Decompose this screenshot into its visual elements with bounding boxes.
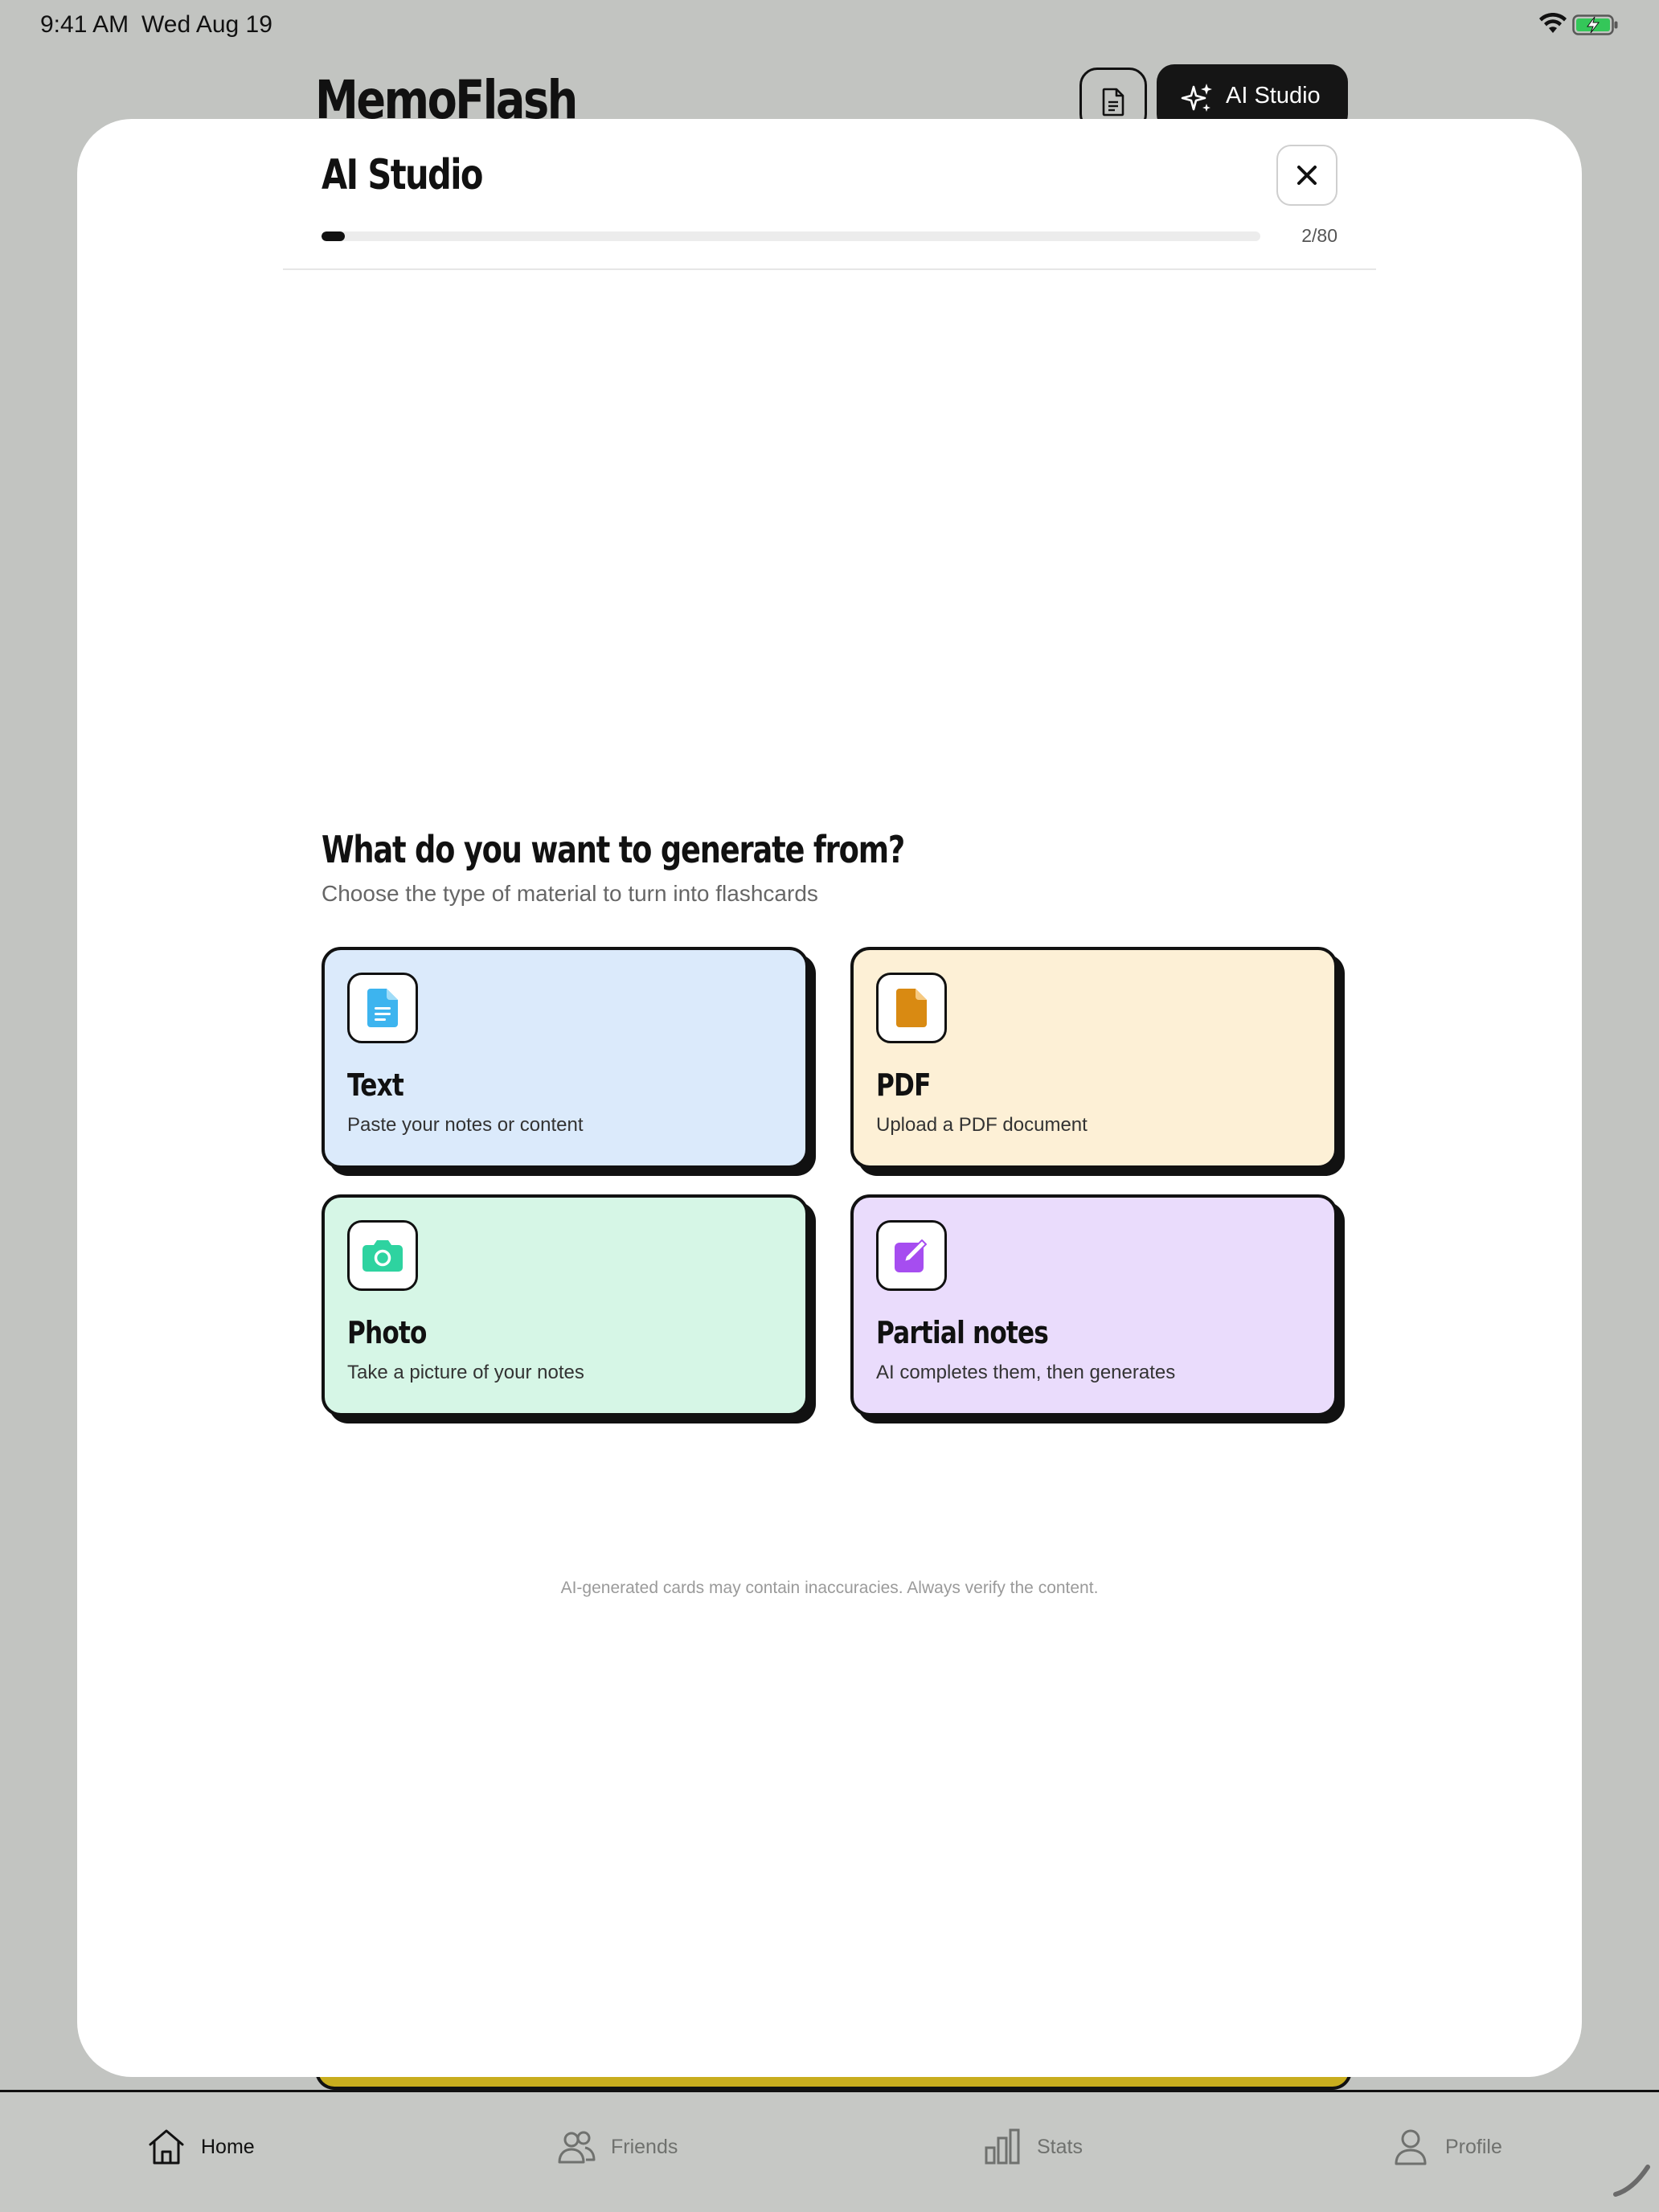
- progress-count: 2/80: [1301, 225, 1337, 246]
- tab-stats[interactable]: Stats: [982, 2124, 1083, 2169]
- option-icon-box: [876, 973, 947, 1043]
- tab-stats-label: Stats: [1037, 2135, 1083, 2158]
- status-bar: 9:41 AM Wed Aug 19: [0, 0, 1659, 51]
- option-title: Photo: [347, 1315, 427, 1350]
- tab-profile-label: Profile: [1445, 2135, 1502, 2158]
- tab-home-label: Home: [201, 2135, 255, 2158]
- ai-disclaimer: AI-generated cards may contain inaccurac…: [560, 1579, 1099, 1597]
- modal-title: AI Studio: [322, 151, 483, 199]
- option-description: Take a picture of your notes: [347, 1362, 584, 1383]
- question-heading: What do you want to generate from?: [322, 828, 905, 871]
- stats-icon: [985, 2128, 1020, 2165]
- question-subtitle: Choose the type of material to turn into…: [322, 881, 818, 906]
- option-title: PDF: [876, 1067, 931, 1103]
- sparkles-icon: [1181, 84, 1212, 112]
- option-photo-card[interactable]: Photo Take a picture of your notes: [322, 1194, 809, 1416]
- close-button[interactable]: [1276, 145, 1337, 206]
- modal-content: AI Studio 2/80 What do you want to gener…: [283, 119, 1415, 2077]
- option-description: AI completes them, then generates: [876, 1362, 1176, 1383]
- camera-icon: [363, 1240, 403, 1272]
- app-header: MemoFlash AI Studio: [0, 51, 1659, 132]
- option-icon-box: [347, 973, 418, 1043]
- option-icon-box: [347, 1220, 418, 1291]
- option-icon-box: [876, 1220, 947, 1291]
- edit-note-icon: [895, 1237, 929, 1272]
- header-divider: [283, 268, 1376, 270]
- ai-studio-button-label: AI Studio: [1226, 83, 1321, 109]
- option-pdf-card[interactable]: PDF Upload a PDF document: [850, 947, 1337, 1169]
- option-description: Upload a PDF document: [876, 1114, 1088, 1136]
- profile-icon: [1395, 2129, 1427, 2165]
- status-time: 9:41 AM: [40, 11, 129, 38]
- option-description: Paste your notes or content: [347, 1114, 584, 1136]
- ai-studio-modal: AI Studio 2/80 What do you want to gener…: [77, 119, 1582, 2077]
- tab-friends-label: Friends: [611, 2135, 678, 2158]
- option-title: Partial notes: [876, 1315, 1049, 1350]
- text-document-icon: [367, 989, 398, 1027]
- tab-profile[interactable]: Profile: [1391, 2124, 1502, 2169]
- home-icon: [149, 2129, 184, 2165]
- option-partial-notes-card[interactable]: Partial notes AI completes them, then ge…: [850, 1194, 1337, 1416]
- close-icon: [1297, 166, 1317, 185]
- wifi-icon: [1539, 13, 1567, 33]
- progress-fill: [322, 231, 346, 241]
- document-icon: [1102, 88, 1124, 117]
- home-indicator: [1613, 2165, 1650, 2197]
- tab-bar: Home Friends Stats Profile: [0, 2092, 1659, 2212]
- option-title: Text: [347, 1067, 404, 1103]
- tab-friends[interactable]: Friends: [556, 2124, 678, 2169]
- option-text-card[interactable]: Text Paste your notes or content: [322, 947, 809, 1169]
- pdf-file-icon: [896, 989, 927, 1027]
- tab-home[interactable]: Home: [146, 2124, 255, 2169]
- friends-icon: [558, 2131, 596, 2164]
- battery-charging-icon: [1572, 14, 1618, 35]
- progress-bar: [322, 231, 1260, 241]
- status-date: Wed Aug 19: [141, 11, 272, 38]
